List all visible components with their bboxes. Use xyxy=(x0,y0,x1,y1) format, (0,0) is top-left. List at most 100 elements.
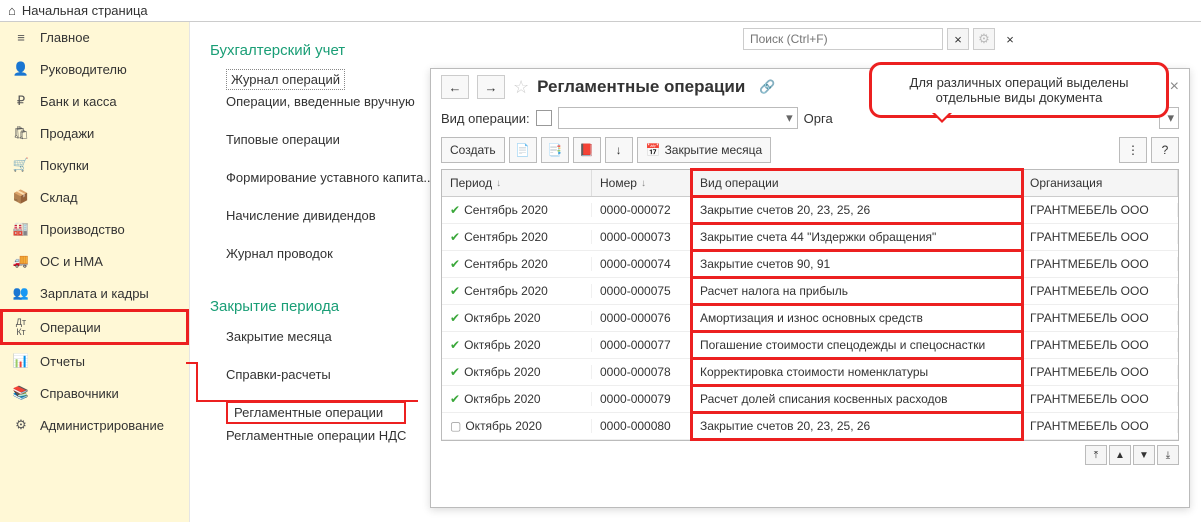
section-title-accounting: Бухгалтерский учет xyxy=(210,42,590,59)
sidebar-icon: 🛒 xyxy=(12,157,30,173)
table-row[interactable]: ✔Октябрь 2020 0000-000076 Амортизация и … xyxy=(442,305,1178,332)
table-row[interactable]: ✔Октябрь 2020 0000-000079 Расчет долей с… xyxy=(442,386,1178,413)
star-icon[interactable]: ☆ xyxy=(513,77,529,98)
sidebar-icon: 👤 xyxy=(12,61,30,77)
close-month-button[interactable]: 📅Закрытие месяца xyxy=(637,137,772,163)
sidebar-icon: 🏭 xyxy=(12,221,30,237)
sidebar: ≡ Главное 👤 Руководителю ₽ Банк и касса 🛍 Прода… xyxy=(0,22,190,522)
table-row[interactable]: ✔Октябрь 2020 0000-000077 Погашение стои… xyxy=(442,332,1178,359)
sidebar-item-7[interactable]: 🚚 ОС и НМА xyxy=(0,245,189,277)
sidebar-icon: ⚙ xyxy=(12,417,30,433)
callout-text: Для различных операций выделены отдельны… xyxy=(910,75,1129,105)
sidebar-icon: 🛍 xyxy=(12,125,30,141)
filter-label-org: Орга xyxy=(804,111,833,126)
search-input[interactable] xyxy=(743,28,943,50)
sidebar-item-0[interactable]: ≡ Главное xyxy=(0,22,189,53)
col-organization[interactable]: Организация xyxy=(1022,170,1178,196)
sidebar-item-11[interactable]: 📚 Справочники xyxy=(0,377,189,409)
sidebar-item-2[interactable]: ₽ Банк и касса xyxy=(0,85,189,117)
doc-red-icon[interactable]: 📕 xyxy=(573,137,601,163)
status-icon: ✔ xyxy=(450,257,460,271)
sidebar-label: Администрирование xyxy=(40,418,164,433)
sidebar-item-5[interactable]: 📦 Склад xyxy=(0,181,189,213)
sidebar-icon: ≡ xyxy=(12,30,30,45)
sidebar-label: Склад xyxy=(40,190,78,205)
operations-panel: ← → ☆ Регламентные операции 🔗 × Для разл… xyxy=(430,68,1190,508)
close-button[interactable]: × xyxy=(999,28,1021,50)
back-button[interactable]: ← xyxy=(441,75,469,99)
sidebar-item-8[interactable]: 👥 Зарплата и кадры xyxy=(0,277,189,309)
status-icon: ✔ xyxy=(450,284,460,298)
status-icon: ▢ xyxy=(450,419,461,433)
sidebar-label: Операции xyxy=(40,320,101,335)
sidebar-item-6[interactable]: 🏭Производство xyxy=(0,213,189,245)
status-icon: ✔ xyxy=(450,311,460,325)
table-row[interactable]: ✔Сентябрь 2020 0000-000072 Закрытие счет… xyxy=(442,197,1178,224)
sidebar-label: Главное xyxy=(40,30,90,45)
home-label: Начальная страница xyxy=(22,3,148,18)
sidebar-label: Отчеты xyxy=(40,354,85,369)
sidebar-label: Зарплата и кадры xyxy=(40,286,149,301)
doc-green-icon[interactable]: 📑 xyxy=(541,137,569,163)
sidebar-icon: 📦 xyxy=(12,189,30,205)
table-row[interactable]: ✔Сентябрь 2020 0000-000074 Закрытие счет… xyxy=(442,251,1178,278)
status-icon: ✔ xyxy=(450,365,460,379)
search-clear-button[interactable]: × xyxy=(947,28,969,50)
help-button[interactable]: ? xyxy=(1151,137,1179,163)
filter-vid-dropdown[interactable]: ▾ xyxy=(558,107,798,129)
table-row[interactable]: ▢Октябрь 2020 0000-000080 Закрытие счето… xyxy=(442,413,1178,440)
table-row[interactable]: ✔Октябрь 2020 0000-000078 Корректировка … xyxy=(442,359,1178,386)
status-icon: ✔ xyxy=(450,392,460,406)
copy-button[interactable]: 📄 xyxy=(509,137,537,163)
status-icon: ✔ xyxy=(450,230,460,244)
home-icon: ⌂ xyxy=(8,3,16,18)
sidebar-icon: ₽ xyxy=(12,93,30,109)
section-link[interactable]: Журнал операций xyxy=(226,69,345,90)
home-link[interactable]: ⌂ Начальная страница xyxy=(8,3,148,18)
more-button[interactable]: ⋮ xyxy=(1119,137,1147,163)
panel-toolbar: Создать 📄 📑 📕 ↓ 📅Закрытие месяца ⋮ ? xyxy=(431,133,1189,167)
first-page-button[interactable]: ⤒ xyxy=(1085,445,1107,465)
link-icon[interactable]: 🔗 xyxy=(759,79,775,95)
operations-table: Период↓ Номер↓ Вид операции Организация … xyxy=(441,169,1179,441)
table-nav-footer: ⤒ ▲ ▼ ⤓ xyxy=(431,441,1189,469)
sidebar-icon: 🚚 xyxy=(12,253,30,269)
sidebar-label: ОС и НМА xyxy=(40,254,103,269)
sidebar-icon: 📊 xyxy=(12,353,30,369)
sidebar-icon: 📚 xyxy=(12,385,30,401)
sidebar-item-9[interactable]: Дт КтОперации xyxy=(0,309,189,345)
filter-label-vid: Вид операции: xyxy=(441,111,530,126)
last-page-button[interactable]: ⤓ xyxy=(1157,445,1179,465)
sidebar-label: Руководителю xyxy=(40,62,127,77)
sidebar-item-3[interactable]: 🛍 Продажи xyxy=(0,117,189,149)
annotation-callout: Для различных операций выделены отдельны… xyxy=(869,62,1169,118)
sidebar-label: Справочники xyxy=(40,386,119,401)
status-icon: ✔ xyxy=(450,338,460,352)
filter-vid-checkbox[interactable] xyxy=(536,110,552,126)
sidebar-item-10[interactable]: 📊 Отчеты xyxy=(0,345,189,377)
settings-gear-icon[interactable]: ⚙ xyxy=(973,28,995,50)
panel-close-button[interactable]: × xyxy=(1170,78,1179,96)
sidebar-item-12[interactable]: ⚙ Администрирование xyxy=(0,409,189,441)
sidebar-label: Продажи xyxy=(40,126,94,141)
col-operation[interactable]: Вид операции xyxy=(692,170,1022,196)
search-bar: × ⚙ × xyxy=(743,28,1021,50)
table-row[interactable]: ✔Сентябрь 2020 0000-000075 Расчет налога… xyxy=(442,278,1178,305)
sidebar-icon: 👥 xyxy=(12,285,30,301)
section-link[interactable]: Регламентные операции xyxy=(226,401,406,424)
sidebar-label: Банк и касса xyxy=(40,94,117,109)
sidebar-item-4[interactable]: 🛒 Покупки xyxy=(0,149,189,181)
create-button[interactable]: Создать xyxy=(441,137,505,163)
sidebar-item-1[interactable]: 👤 Руководителю xyxy=(0,53,189,85)
next-page-button[interactable]: ▼ xyxy=(1133,445,1155,465)
table-header: Период↓ Номер↓ Вид операции Организация xyxy=(442,170,1178,197)
prev-page-button[interactable]: ▲ xyxy=(1109,445,1131,465)
topbar: ⌂ Начальная страница xyxy=(0,0,1201,22)
col-number[interactable]: Номер↓ xyxy=(592,170,692,196)
down-arrow-button[interactable]: ↓ xyxy=(605,137,633,163)
panel-title: Регламентные операции xyxy=(537,77,745,97)
col-period[interactable]: Период↓ xyxy=(442,170,592,196)
sidebar-label: Покупки xyxy=(40,158,89,173)
forward-button[interactable]: → xyxy=(477,75,505,99)
table-row[interactable]: ✔Сентябрь 2020 0000-000073 Закрытие счет… xyxy=(442,224,1178,251)
